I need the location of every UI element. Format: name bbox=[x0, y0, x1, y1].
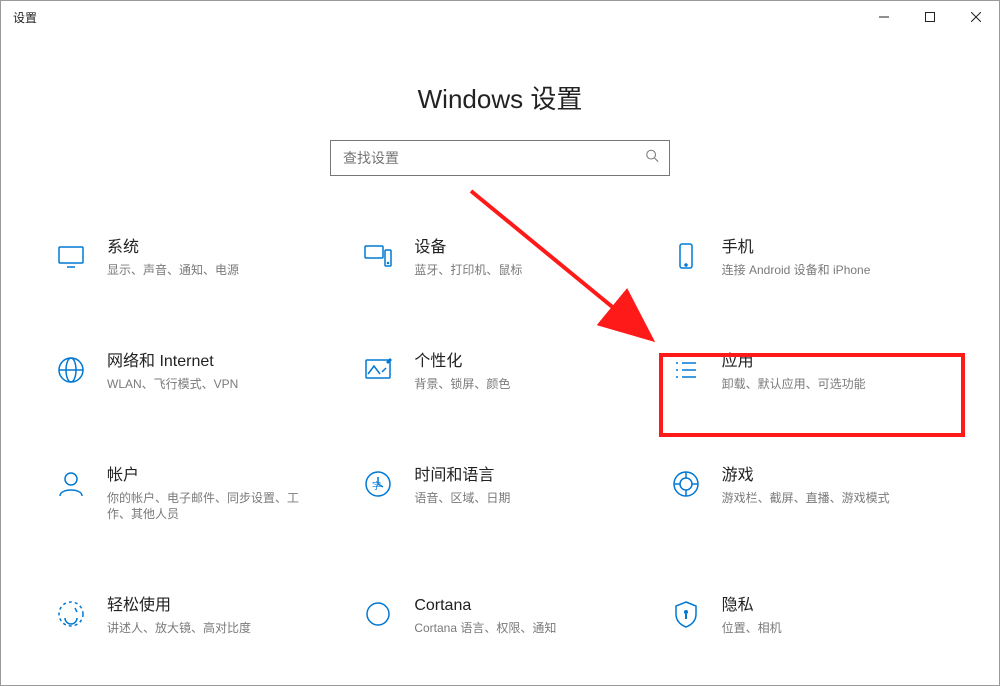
category-title: 个性化 bbox=[414, 352, 510, 372]
category-title: 设备 bbox=[414, 238, 522, 258]
devices-icon bbox=[360, 238, 396, 274]
privacy-icon bbox=[668, 596, 704, 632]
category-text: 网络和 Internet WLAN、飞行模式、VPN bbox=[107, 352, 238, 392]
category-text: 手机连接 Android 设备和 iPhone bbox=[722, 238, 871, 278]
category-gaming[interactable]: 游戏游戏栏、截屏、直播、游戏模式 bbox=[664, 460, 951, 528]
category-title: 网络和 Internet bbox=[107, 352, 238, 372]
category-time[interactable]: 字 时间和语言语音、区域、日期 bbox=[356, 460, 643, 528]
category-desc: 连接 Android 设备和 iPhone bbox=[722, 262, 871, 278]
search-input[interactable] bbox=[331, 141, 669, 175]
category-text: 系统显示、声音、通知、电源 bbox=[107, 238, 239, 278]
maximize-button[interactable] bbox=[907, 1, 953, 33]
category-network[interactable]: 网络和 Internet WLAN、飞行模式、VPN bbox=[49, 346, 336, 398]
category-desc: Cortana 语言、权限、通知 bbox=[414, 620, 556, 636]
gaming-icon bbox=[668, 466, 704, 502]
window-title: 设置 bbox=[13, 9, 37, 26]
close-icon bbox=[971, 12, 981, 22]
category-desc: 卸载、默认应用、可选功能 bbox=[722, 376, 866, 392]
category-desc: 显示、声音、通知、电源 bbox=[107, 262, 239, 278]
category-title: 时间和语言 bbox=[414, 466, 510, 486]
title-bar: 设置 bbox=[1, 1, 999, 33]
category-text: 隐私位置、相机 bbox=[722, 596, 782, 636]
category-text: Cortana Cortana 语言、权限、通知 bbox=[414, 596, 556, 636]
search-icon bbox=[645, 149, 659, 168]
category-title: 隐私 bbox=[722, 596, 782, 616]
window-controls bbox=[861, 1, 999, 33]
system-icon bbox=[53, 238, 89, 274]
category-accounts[interactable]: 帐户你的帐户、电子邮件、同步设置、工作、其他人员 bbox=[49, 460, 336, 528]
category-title: 手机 bbox=[722, 238, 871, 258]
category-text: 时间和语言语音、区域、日期 bbox=[414, 466, 510, 506]
network-icon bbox=[53, 352, 89, 388]
category-ease[interactable]: 轻松使用讲述人、放大镜、高对比度 bbox=[49, 590, 336, 642]
category-title: 帐户 bbox=[107, 466, 317, 486]
maximize-icon bbox=[925, 12, 935, 22]
category-desc: 背景、锁屏、颜色 bbox=[414, 376, 510, 392]
category-title: 系统 bbox=[107, 238, 239, 258]
phone-icon bbox=[668, 238, 704, 274]
category-apps[interactable]: 应用卸载、默认应用、可选功能 bbox=[664, 346, 951, 398]
category-title: 轻松使用 bbox=[107, 596, 251, 616]
category-title: Cortana bbox=[414, 596, 556, 616]
category-title: 游戏 bbox=[722, 466, 890, 486]
category-text: 帐户你的帐户、电子邮件、同步设置、工作、其他人员 bbox=[107, 466, 317, 522]
close-button[interactable] bbox=[953, 1, 999, 33]
category-text: 设备蓝牙、打印机、鼠标 bbox=[414, 238, 522, 278]
category-desc: 蓝牙、打印机、鼠标 bbox=[414, 262, 522, 278]
minimize-button[interactable] bbox=[861, 1, 907, 33]
page-heading: Windows 设置 bbox=[1, 79, 999, 116]
apps-icon bbox=[668, 352, 704, 388]
category-phone[interactable]: 手机连接 Android 设备和 iPhone bbox=[664, 232, 951, 284]
category-text: 游戏游戏栏、截屏、直播、游戏模式 bbox=[722, 466, 890, 506]
category-text: 轻松使用讲述人、放大镜、高对比度 bbox=[107, 596, 251, 636]
settings-window: 设置 Windows 设置 系统显示、声音、通知、电源 设备蓝牙、打印机、鼠标 手机… bbox=[0, 0, 1000, 686]
category-system[interactable]: 系统显示、声音、通知、电源 bbox=[49, 232, 336, 284]
category-desc: 语音、区域、日期 bbox=[414, 490, 510, 506]
svg-text:字: 字 bbox=[372, 480, 381, 491]
ease-icon bbox=[53, 596, 89, 632]
time-icon: 字 bbox=[360, 466, 396, 502]
category-desc: 你的帐户、电子邮件、同步设置、工作、其他人员 bbox=[107, 490, 317, 522]
category-cortana[interactable]: Cortana Cortana 语言、权限、通知 bbox=[356, 590, 643, 642]
cortana-icon bbox=[360, 596, 396, 632]
category-desc: 位置、相机 bbox=[722, 620, 782, 636]
minimize-icon bbox=[879, 12, 889, 22]
category-desc: WLAN、飞行模式、VPN bbox=[107, 376, 238, 392]
search-box[interactable] bbox=[330, 140, 670, 176]
category-grid: 系统显示、声音、通知、电源 设备蓝牙、打印机、鼠标 手机连接 Android 设备和… bbox=[49, 232, 951, 642]
category-desc: 讲述人、放大镜、高对比度 bbox=[107, 620, 251, 636]
category-devices[interactable]: 设备蓝牙、打印机、鼠标 bbox=[356, 232, 643, 284]
category-desc: 游戏栏、截屏、直播、游戏模式 bbox=[722, 490, 890, 506]
category-text: 应用卸载、默认应用、可选功能 bbox=[722, 352, 866, 392]
category-title: 应用 bbox=[722, 352, 866, 372]
personalization-icon bbox=[360, 352, 396, 388]
category-privacy[interactable]: 隐私位置、相机 bbox=[664, 590, 951, 642]
category-personalization[interactable]: 个性化背景、锁屏、颜色 bbox=[356, 346, 643, 398]
search-container bbox=[1, 140, 999, 176]
accounts-icon bbox=[53, 466, 89, 502]
category-text: 个性化背景、锁屏、颜色 bbox=[414, 352, 510, 392]
